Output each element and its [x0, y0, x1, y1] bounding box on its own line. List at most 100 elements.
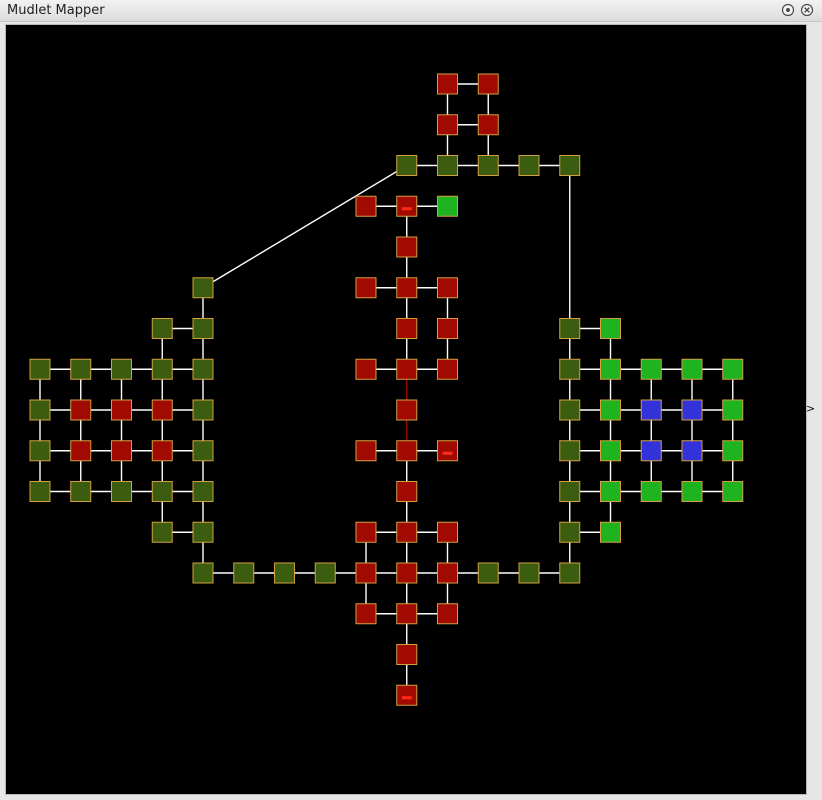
- map-room[interactable]: [29, 481, 51, 502]
- map-room[interactable]: [437, 562, 458, 584]
- map-viewport[interactable]: [6, 25, 806, 794]
- map-room[interactable]: [355, 603, 377, 625]
- map-room[interactable]: [111, 399, 132, 421]
- map-room[interactable]: [437, 114, 458, 136]
- map-room[interactable]: [722, 481, 744, 502]
- map-room[interactable]: [151, 358, 173, 380]
- map-room[interactable]: [559, 358, 581, 380]
- map-room[interactable]: [600, 521, 621, 543]
- map-room[interactable]: [437, 440, 458, 462]
- map-room[interactable]: [477, 155, 499, 176]
- map-room[interactable]: [681, 358, 703, 380]
- map-room[interactable]: [681, 399, 703, 421]
- map-canvas[interactable]: [6, 25, 806, 794]
- map-room[interactable]: [355, 195, 377, 217]
- map-room[interactable]: [314, 562, 336, 584]
- map-room[interactable]: [151, 440, 173, 462]
- map-room[interactable]: [355, 440, 377, 462]
- map-room[interactable]: [355, 562, 377, 584]
- map-room[interactable]: [396, 603, 418, 625]
- map-room[interactable]: [70, 399, 92, 421]
- map-room[interactable]: [151, 481, 173, 502]
- map-room[interactable]: [640, 481, 662, 502]
- window-title: Mudlet Mapper: [7, 3, 105, 18]
- map-room[interactable]: [396, 195, 418, 217]
- map-room[interactable]: [151, 521, 173, 543]
- map-room[interactable]: [477, 562, 499, 584]
- map-room[interactable]: [70, 440, 92, 462]
- map-room[interactable]: [437, 155, 458, 176]
- map-room[interactable]: [396, 155, 418, 176]
- map-room[interactable]: [70, 358, 92, 380]
- map-room[interactable]: [396, 562, 418, 584]
- map-room[interactable]: [355, 277, 377, 299]
- map-room[interactable]: [640, 358, 662, 380]
- map-room[interactable]: [192, 277, 214, 299]
- map-room[interactable]: [192, 318, 214, 339]
- map-room[interactable]: [396, 521, 418, 543]
- map-room[interactable]: [192, 521, 214, 543]
- map-room[interactable]: [192, 440, 214, 462]
- map-room[interactable]: [437, 318, 458, 339]
- map-room[interactable]: [559, 562, 581, 584]
- map-room[interactable]: [111, 481, 132, 502]
- map-room[interactable]: [70, 481, 92, 502]
- map-room[interactable]: [355, 521, 377, 543]
- map-room[interactable]: [559, 155, 581, 176]
- map-room[interactable]: [396, 236, 418, 258]
- map-room[interactable]: [722, 440, 744, 462]
- map-room[interactable]: [396, 440, 418, 462]
- map-room[interactable]: [192, 399, 214, 421]
- map-room[interactable]: [437, 358, 458, 380]
- map-room[interactable]: [722, 399, 744, 421]
- map-room[interactable]: [396, 277, 418, 299]
- map-room[interactable]: [437, 195, 458, 217]
- map-room[interactable]: [274, 562, 295, 584]
- map-room[interactable]: [111, 440, 132, 462]
- map-room[interactable]: [233, 562, 255, 584]
- map-room[interactable]: [396, 318, 418, 339]
- map-room[interactable]: [600, 399, 621, 421]
- map-room[interactable]: [600, 440, 621, 462]
- map-room[interactable]: [151, 399, 173, 421]
- map-room[interactable]: [437, 521, 458, 543]
- map-room[interactable]: [600, 481, 621, 502]
- map-room[interactable]: [600, 358, 621, 380]
- map-room[interactable]: [681, 440, 703, 462]
- map-room[interactable]: [559, 440, 581, 462]
- map-room[interactable]: [681, 481, 703, 502]
- map-room[interactable]: [559, 318, 581, 339]
- map-room[interactable]: [396, 399, 418, 421]
- map-room[interactable]: [29, 358, 51, 380]
- map-room[interactable]: [111, 358, 132, 380]
- map-room[interactable]: [396, 481, 418, 502]
- close-button[interactable]: [800, 3, 814, 17]
- map-room[interactable]: [477, 73, 499, 95]
- map-room[interactable]: [518, 155, 540, 176]
- map-room[interactable]: [29, 399, 51, 421]
- map-room[interactable]: [477, 114, 499, 136]
- map-room[interactable]: [722, 358, 744, 380]
- map-room[interactable]: [559, 481, 581, 502]
- map-room[interactable]: [559, 399, 581, 421]
- map-room[interactable]: [518, 562, 540, 584]
- map-room[interactable]: [151, 318, 173, 339]
- map-room[interactable]: [396, 684, 418, 706]
- map-room[interactable]: [355, 358, 377, 380]
- map-room[interactable]: [437, 603, 458, 625]
- map-room[interactable]: [396, 644, 418, 665]
- map-room[interactable]: [640, 399, 662, 421]
- map-room[interactable]: [640, 440, 662, 462]
- map-room[interactable]: [559, 521, 581, 543]
- map-room[interactable]: [437, 73, 458, 95]
- map-room[interactable]: [192, 358, 214, 380]
- map-room[interactable]: [29, 440, 51, 462]
- float-button[interactable]: [781, 3, 795, 17]
- exit-indicator: >: [806, 402, 816, 415]
- map-room[interactable]: [437, 277, 458, 299]
- map-room[interactable]: [192, 481, 214, 502]
- map-room[interactable]: [192, 562, 214, 584]
- window-titlebar[interactable]: Mudlet Mapper: [0, 0, 822, 22]
- map-room[interactable]: [396, 358, 418, 380]
- map-room[interactable]: [600, 318, 621, 339]
